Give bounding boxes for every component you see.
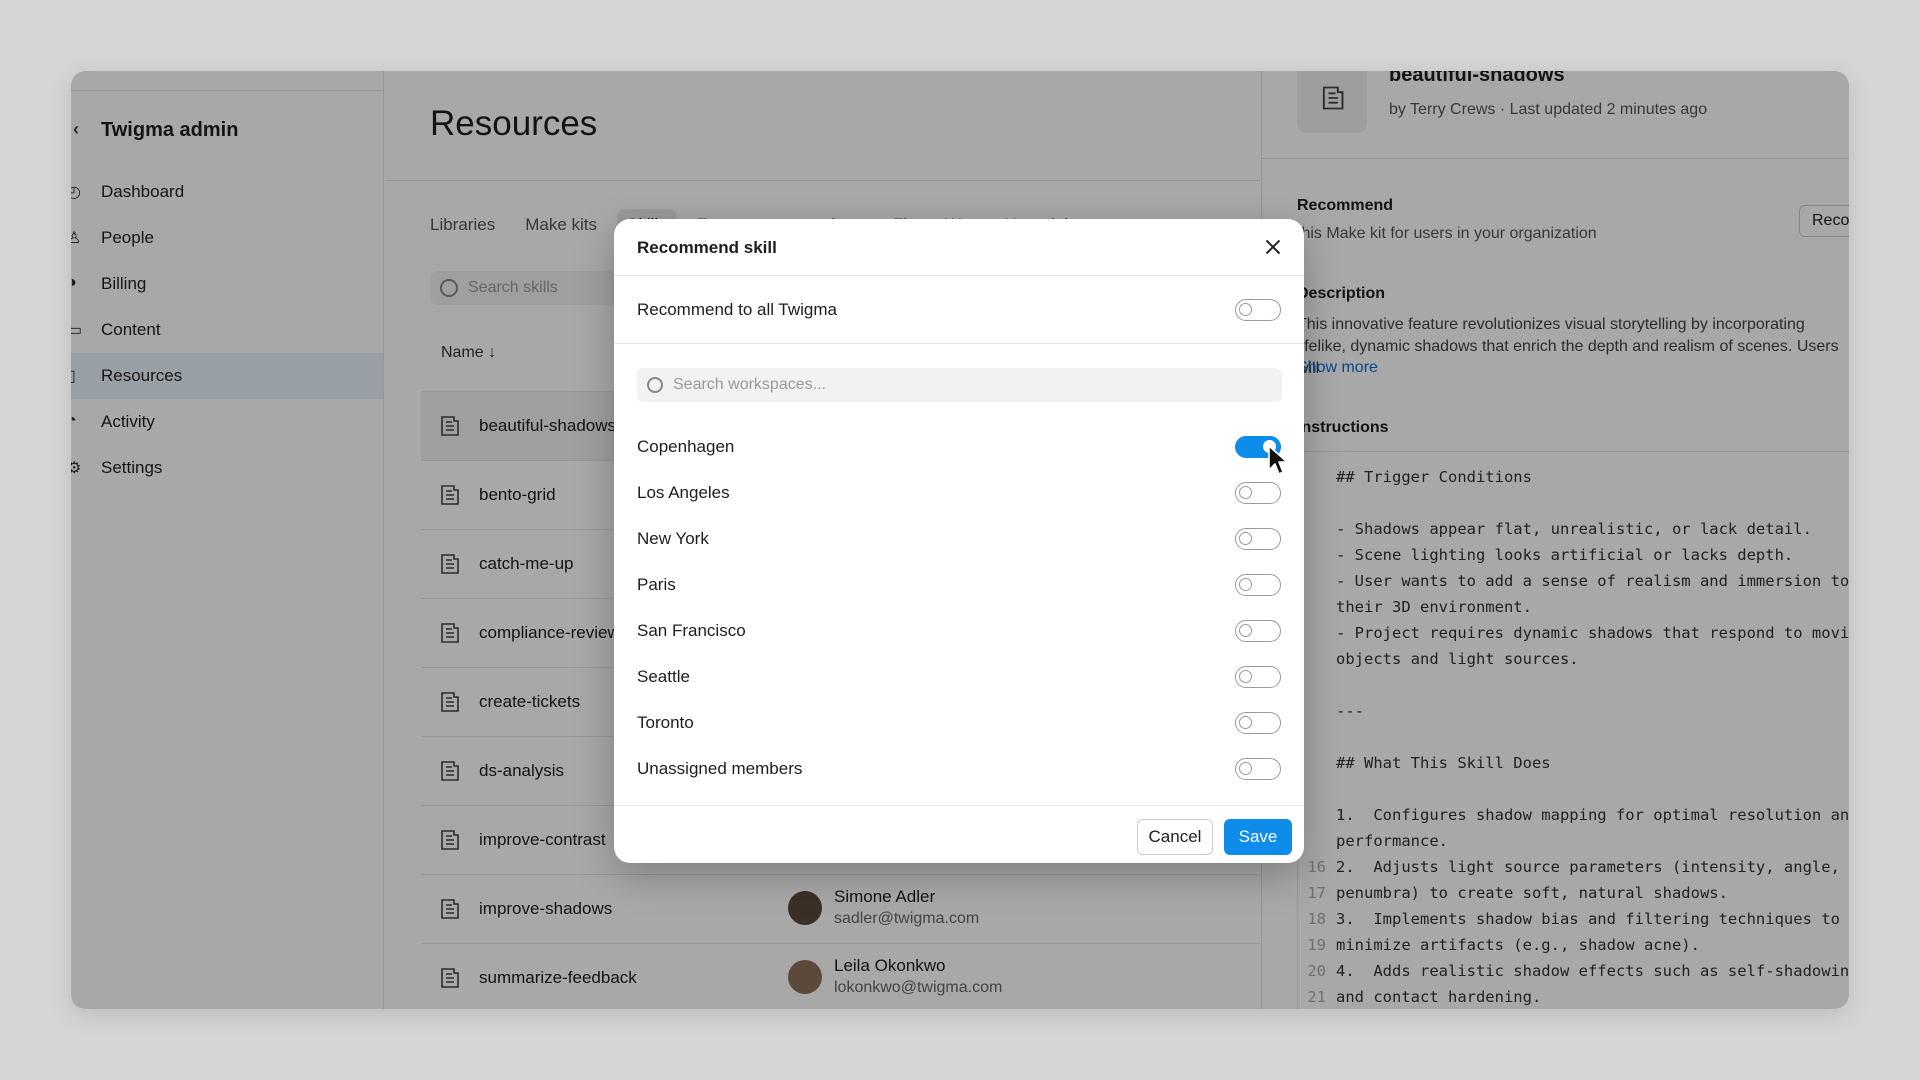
toggle-knob xyxy=(1239,303,1252,316)
workspace-toggle[interactable] xyxy=(1235,528,1281,550)
workspace-row-unassigned: Unassigned members xyxy=(614,746,1304,792)
workspace-label: New York xyxy=(637,529,709,548)
close-icon[interactable] xyxy=(1260,234,1286,260)
toggle-knob xyxy=(1239,762,1252,775)
dialog-footer-divider xyxy=(614,805,1304,806)
workspace-toggle[interactable] xyxy=(1235,758,1281,780)
workspace-label: Paris xyxy=(637,575,676,594)
toggle-knob xyxy=(1239,624,1252,637)
workspace-row-new-york: New York xyxy=(614,516,1304,562)
cancel-button[interactable]: Cancel xyxy=(1137,819,1213,855)
toggle-knob xyxy=(1239,716,1252,729)
workspace-label: Los Angeles xyxy=(637,483,730,502)
search-icon xyxy=(647,377,663,393)
dialog-title: Recommend skill xyxy=(637,238,777,257)
toggle-knob xyxy=(1239,486,1252,499)
workspace-search-input[interactable]: Search workspaces... xyxy=(637,368,1282,402)
workspace-toggle[interactable] xyxy=(1235,482,1281,504)
save-button[interactable]: Save xyxy=(1224,819,1292,855)
workspace-toggle[interactable] xyxy=(1235,666,1281,688)
workspace-row-los-angeles: Los Angeles xyxy=(614,470,1304,516)
workspace-toggle[interactable] xyxy=(1235,574,1281,596)
toggle-knob xyxy=(1239,532,1252,545)
recommend-all-label: Recommend to all Twigma xyxy=(637,300,837,319)
recommend-skill-dialog: Recommend skill Recommend to all Twigma … xyxy=(614,219,1304,863)
toggle-knob xyxy=(1239,578,1252,591)
recommend-all-toggle[interactable] xyxy=(1235,299,1281,321)
dialog-header: Recommend skill xyxy=(614,219,1304,276)
workspace-toggle[interactable] xyxy=(1235,620,1281,642)
recommend-all-row: Recommend to all Twigma xyxy=(614,276,1304,344)
workspace-label: San Francisco xyxy=(637,621,746,640)
workspace-row-copenhagen: Copenhagen xyxy=(614,424,1304,470)
workspace-label: Unassigned members xyxy=(637,759,803,778)
workspace-label: Seattle xyxy=(637,667,690,686)
workspace-row-seattle: Seattle xyxy=(614,654,1304,700)
workspace-label: Toronto xyxy=(637,713,694,732)
workspace-label: Copenhagen xyxy=(637,437,735,456)
toggle-knob xyxy=(1239,670,1252,683)
workspace-toggle[interactable] xyxy=(1235,712,1281,734)
workspace-row-paris: Paris xyxy=(614,562,1304,608)
workspace-search-placeholder: Search workspaces... xyxy=(673,376,826,393)
workspace-row-toronto: Toronto xyxy=(614,700,1304,746)
mouse-pointer-icon xyxy=(1268,445,1288,475)
workspace-row-san-francisco: San Francisco xyxy=(614,608,1304,654)
